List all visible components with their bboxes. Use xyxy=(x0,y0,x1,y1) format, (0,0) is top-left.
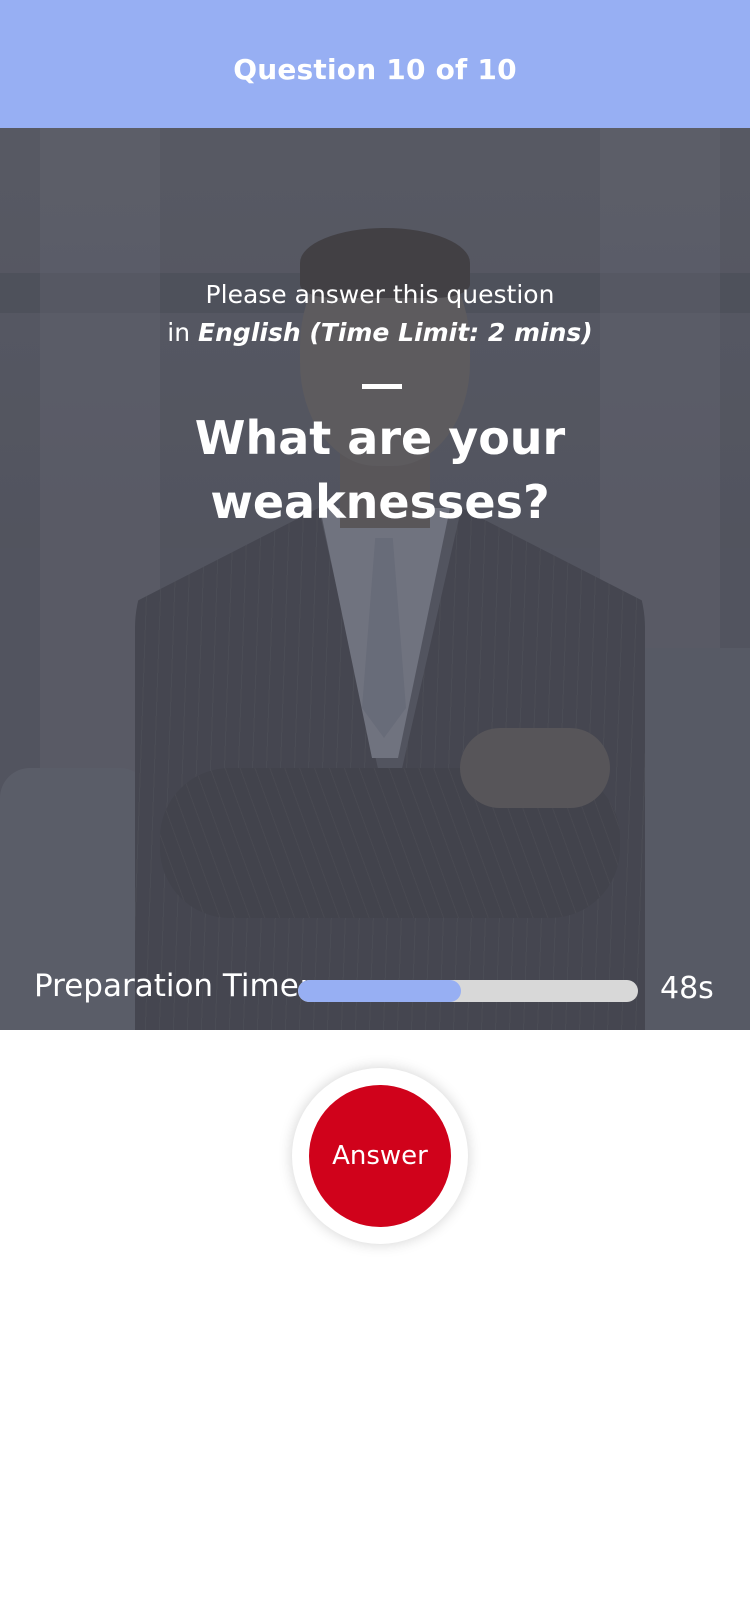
question-text: What are your weaknesses? xyxy=(194,411,566,529)
instruction-language: English (Time Limit: 2 mins) xyxy=(198,318,593,347)
preparation-seconds: 48s xyxy=(660,971,714,1006)
answer-button[interactable]: Answer xyxy=(309,1085,451,1227)
instruction-line-1: Please answer this question xyxy=(205,280,555,309)
question-counter: Question 10 of 10 xyxy=(233,52,517,86)
answer-button-ring: Answer xyxy=(292,1068,468,1244)
dark-overlay xyxy=(0,128,750,1030)
question-video-panel: Please answer this question in English (… xyxy=(0,128,750,1030)
title-divider xyxy=(362,384,402,389)
instruction-line-2: in English (Time Limit: 2 mins) xyxy=(0,314,750,352)
preparation-progress-fill xyxy=(298,980,462,1002)
preparation-progress-bar xyxy=(298,980,638,1002)
preparation-time-label: Preparation Time: xyxy=(34,968,310,1004)
answer-instruction: Please answer this question in English (… xyxy=(0,276,750,352)
instruction-in: in xyxy=(167,318,199,347)
app-header: Question 10 of 10 xyxy=(0,0,750,128)
